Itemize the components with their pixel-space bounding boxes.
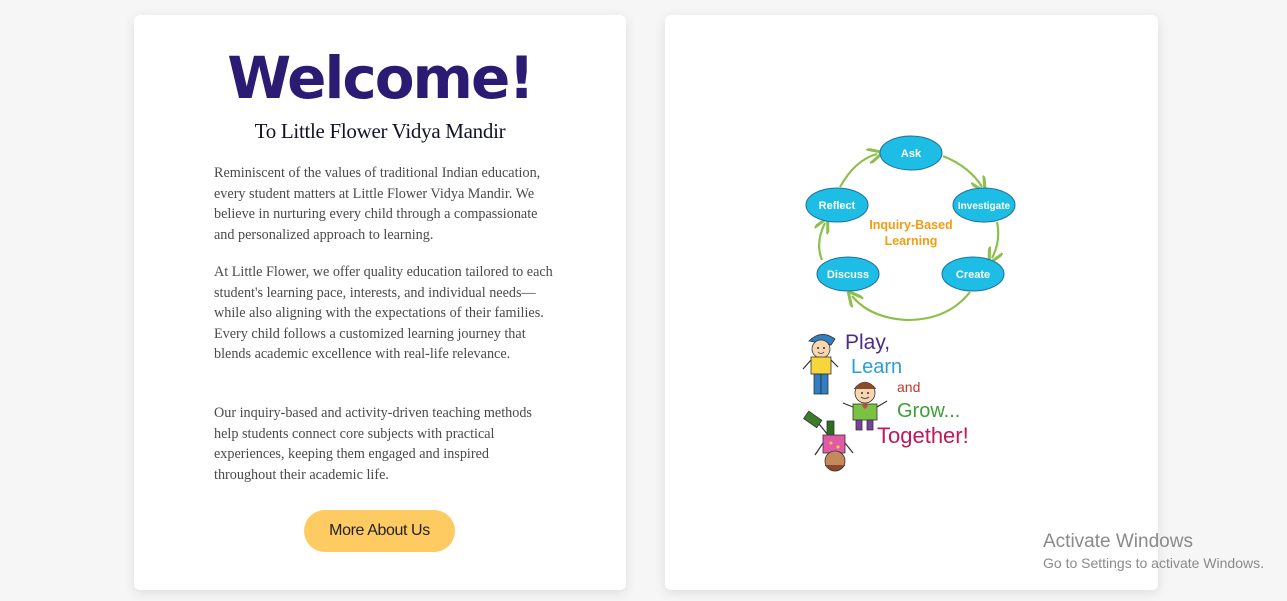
svg-text:Investigate: Investigate <box>958 201 1011 212</box>
node-ask: Ask <box>879 135 943 171</box>
illustrations: Ask Investigate Create Discuss Reflect I… <box>802 135 1016 472</box>
grow-word: Grow... <box>897 400 960 422</box>
svg-text:Ask: Ask <box>901 148 922 160</box>
education-paragraph: At Little Flower, we offer quality educa… <box>214 264 553 363</box>
svg-text:Discuss: Discuss <box>827 269 869 281</box>
node-reflect: Reflect <box>805 187 869 223</box>
activate-windows-subtitle: Go to Settings to activate Windows. <box>1043 555 1264 571</box>
intro-paragraph: Reminiscent of the values of traditional… <box>214 165 541 243</box>
upside-down-kid-figure <box>803 410 854 472</box>
arrow-ask-investigate <box>942 154 982 187</box>
school-subtitle: To Little Flower Vidya Mandir <box>254 119 506 143</box>
arrow-investigate-create <box>992 221 998 258</box>
image-card: Ask Investigate Create Discuss Reflect I… <box>665 15 1158 590</box>
svg-text:Reflect: Reflect <box>819 200 856 212</box>
learn-word: Learn <box>851 356 902 378</box>
arrow-create-discuss <box>852 292 971 322</box>
more-about-us-button[interactable]: More About Us <box>304 510 455 552</box>
welcome-card: Welcome! To Little Flower Vidya Mandir R… <box>134 15 626 590</box>
node-discuss: Discuss <box>816 256 880 292</box>
play-word: Play, <box>845 331 890 354</box>
and-word: and <box>897 379 920 395</box>
cycle-center-line2: Learning <box>885 234 938 248</box>
arrow-discuss-reflect <box>819 223 825 261</box>
node-create: Create <box>941 256 1005 292</box>
play-learn-grow-clipart: Play, Learn and Grow... Together! <box>802 331 969 472</box>
cycle-center-line1: Inquiry-Based <box>869 218 952 232</box>
welcome-heading: Welcome! <box>227 44 535 112</box>
together-word: Together! <box>877 423 969 448</box>
boy-with-cap-figure <box>802 334 839 395</box>
arrow-reflect-ask <box>839 154 877 188</box>
activate-windows-title: Activate Windows <box>1043 531 1193 552</box>
activate-windows-watermark: Activate Windows Go to Settings to activ… <box>1043 531 1264 573</box>
node-investigate: Investigate <box>952 187 1016 223</box>
inquiry-cycle-diagram: Ask Investigate Create Discuss Reflect I… <box>805 135 1016 322</box>
svg-text:Create: Create <box>956 269 990 281</box>
teaching-paragraph: Our inquiry-based and activity-driven te… <box>214 405 532 483</box>
